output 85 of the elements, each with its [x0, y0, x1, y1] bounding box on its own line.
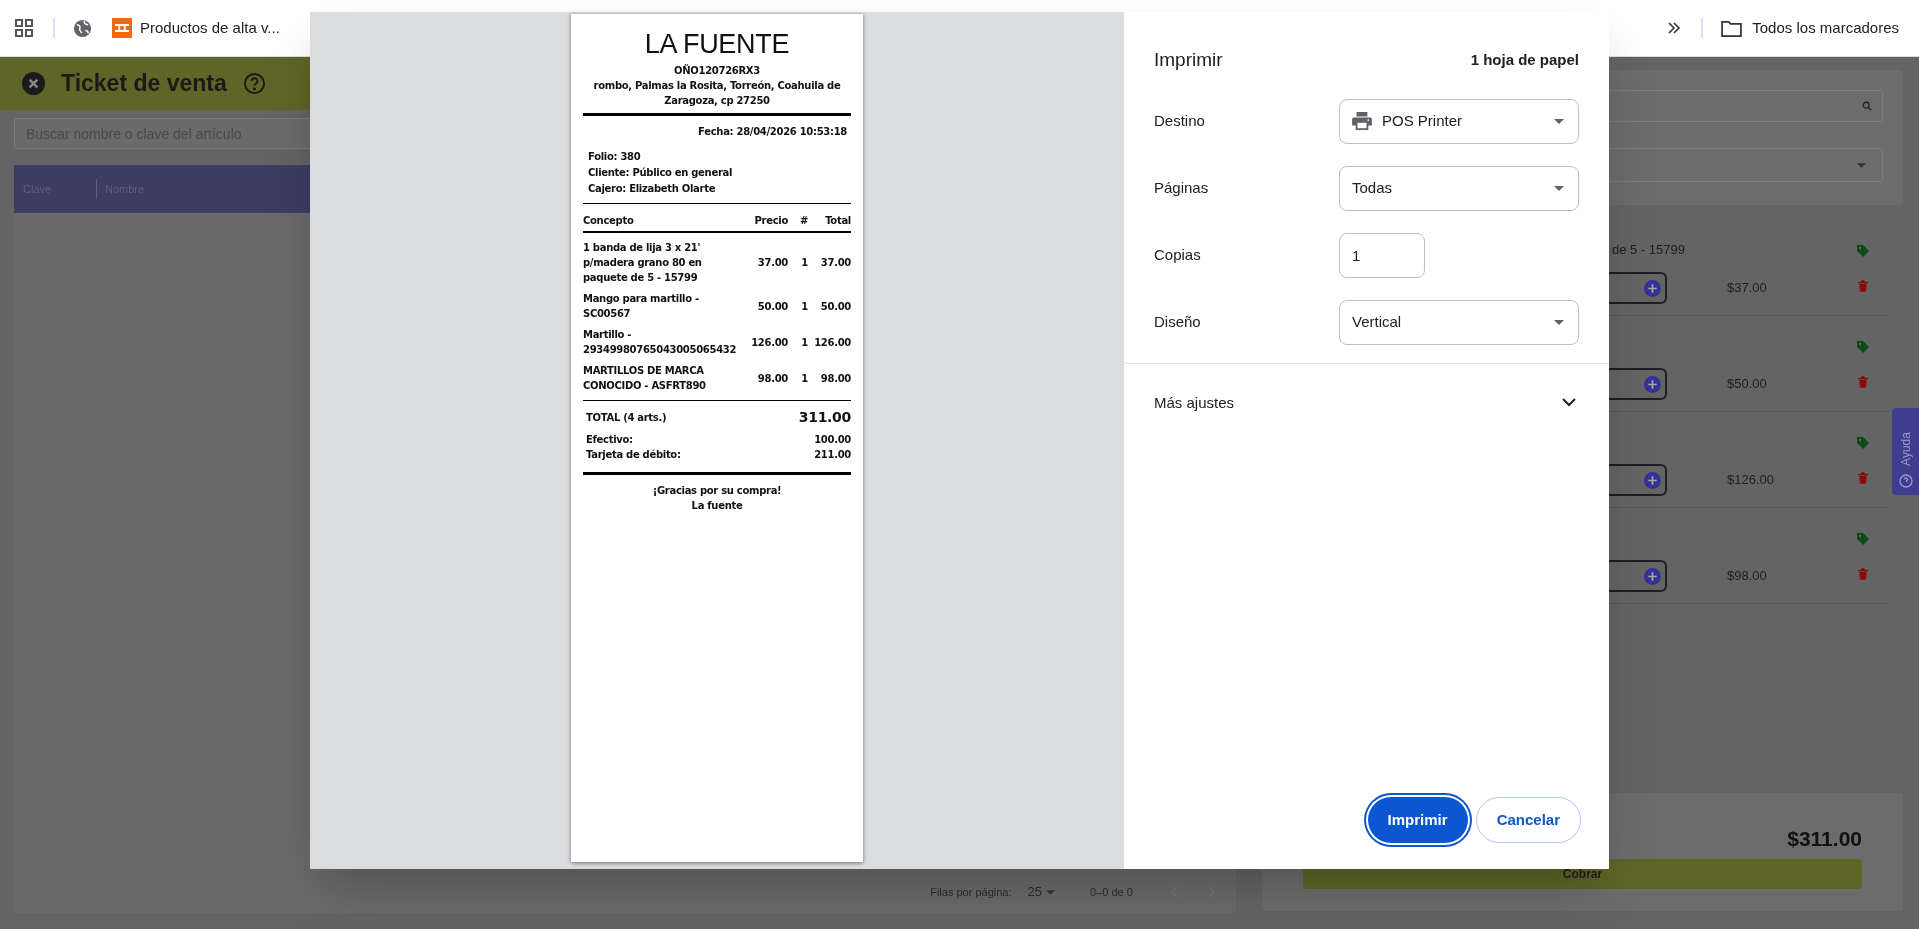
item-price: 50.00 — [756, 299, 788, 314]
cart-total: $311.00 — [1787, 826, 1862, 852]
plus-icon[interactable] — [1644, 375, 1661, 393]
chevrons-right-icon[interactable] — [1667, 22, 1682, 34]
item-concept: 1 banda de lija 3 x 21' p/madera grano 80 en paquete de 5 - 15799 — [583, 241, 703, 285]
chevron-down-icon — [1562, 398, 1576, 408]
item-total: 50.00 — [819, 299, 851, 314]
ticket-info: Cajero: Elizabeth Olarte — [588, 182, 716, 196]
payment-amount: 100.00 — [814, 433, 851, 447]
select-field[interactable]: POS Printer — [1339, 98, 1579, 144]
bookmark[interactable]: Productos de alta v... — [112, 16, 280, 40]
item-quantity: 1 — [800, 335, 808, 350]
receipt-footer-text: La fuente — [691, 499, 743, 513]
receipt-footer-text: ¡Gracias por su compra! — [652, 484, 782, 498]
caret-icon — [1857, 162, 1866, 168]
tag-icon[interactable] — [1856, 532, 1870, 546]
all-bookmarks-button[interactable]: Todos los marcadores — [1721, 16, 1899, 40]
printer-icon — [1352, 112, 1372, 130]
item-price: $50.00 — [1727, 375, 1767, 393]
help-icon — [1898, 474, 1913, 488]
total-amount: 311.00 — [798, 408, 851, 427]
column-header: # — [798, 214, 808, 228]
item-price: 98.00 — [756, 371, 788, 386]
sheet-count: 1 hoja de papel — [1470, 50, 1579, 70]
dialog-title: Imprimir — [1154, 48, 1223, 72]
app-title: Ticket de venta — [61, 69, 227, 99]
plus-icon[interactable] — [1644, 471, 1661, 489]
item-total: 98.00 — [819, 371, 851, 386]
item-concept: MARTILLOS DE MARCA CONOCIDO - ASFRT890 — [583, 364, 707, 393]
item-price: 126.00 — [750, 335, 788, 350]
globe-icon[interactable] — [73, 18, 92, 38]
item-quantity: 1 — [800, 371, 808, 386]
item-price: 37.00 — [756, 256, 788, 270]
field-label: Páginas — [1154, 177, 1210, 198]
payment-amount: 211.00 — [814, 448, 851, 462]
plus-icon[interactable] — [1644, 567, 1661, 585]
item-price: $98.00 — [1727, 567, 1767, 585]
payment-label: Efectivo: — [586, 433, 633, 447]
item-concept: Martillo - 29349980765043005065432 — [583, 328, 738, 357]
item-total: 126.00 — [813, 335, 851, 350]
search-icon — [1862, 101, 1872, 111]
caret-icon — [1554, 185, 1564, 191]
tag-icon[interactable] — [1856, 340, 1870, 354]
item-concept: Mango para martillo - SC00567 — [583, 292, 700, 321]
column-header: Total — [824, 214, 851, 228]
tag-icon[interactable] — [1856, 244, 1870, 258]
ticket-info: Folio: 380 — [588, 150, 641, 164]
plus-icon[interactable] — [1644, 279, 1661, 297]
trash-icon[interactable] — [1858, 280, 1868, 292]
tax-id: OÑO120726RX3 — [674, 63, 760, 78]
item-total: 37.00 — [819, 256, 851, 270]
select-field[interactable]: Todas — [1339, 165, 1579, 211]
total-label: TOTAL (4 arts.) — [586, 411, 667, 425]
column-header: Concepto — [583, 214, 635, 228]
select-field[interactable]: Vertical — [1339, 299, 1579, 345]
caret-icon — [1046, 889, 1055, 895]
apps-grid-icon[interactable] — [15, 19, 33, 37]
caret-icon — [1554, 118, 1564, 124]
field-label: Copias — [1154, 244, 1202, 265]
more-settings-toggle[interactable]: Más ajustes — [1124, 363, 1609, 414]
ticket-info: Cliente: Público en general — [588, 166, 733, 180]
sale-date: Fecha: 28/04/2026 10:53:18 — [698, 125, 847, 139]
bookmark-favicon-icon — [112, 18, 132, 38]
close-icon[interactable] — [22, 72, 45, 95]
field-label: Diseño — [1154, 311, 1202, 332]
item-name: de 5 - 15799 — [1612, 241, 1685, 259]
caret-icon — [1554, 319, 1564, 325]
copies-field[interactable]: 1 — [1339, 232, 1425, 278]
trash-icon[interactable] — [1858, 376, 1868, 388]
item-price: $37.00 — [1727, 279, 1767, 297]
item-quantity: 1 — [800, 299, 808, 314]
field-label: Destino — [1154, 110, 1206, 131]
cancel-button[interactable]: Cancelar — [1475, 797, 1581, 843]
column-header: Precio — [753, 214, 788, 228]
help-icon[interactable] — [242, 72, 266, 95]
trash-icon[interactable] — [1858, 568, 1868, 580]
business-address: rombo, Palmas la Rosita, Torreón, Coahuila de Zaragoza, cp 27250 — [592, 79, 842, 108]
rows-per-page-label: Filas por página: — [930, 884, 1012, 900]
trash-icon[interactable] — [1858, 472, 1868, 484]
tag-icon[interactable] — [1856, 436, 1870, 450]
business-name: LA FUENTE — [644, 28, 790, 60]
item-quantity: 1 — [800, 256, 808, 270]
folder-icon — [1721, 19, 1743, 37]
item-price: $126.00 — [1727, 471, 1774, 489]
payment-label: Tarjeta de débito: — [586, 448, 681, 462]
